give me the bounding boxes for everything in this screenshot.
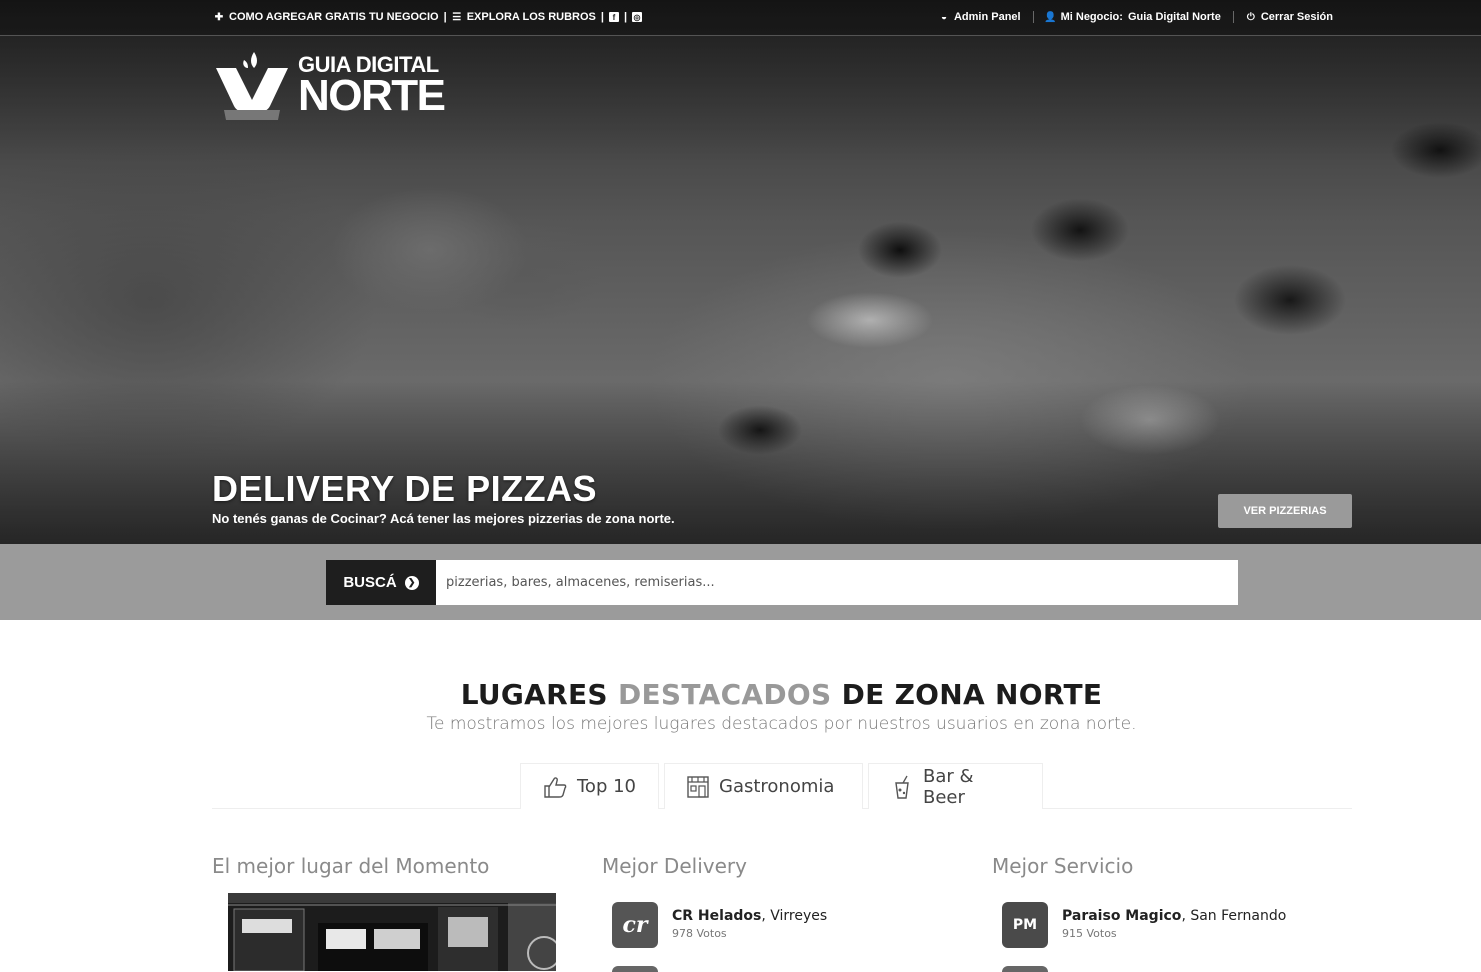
list-icon: ☰ — [452, 11, 462, 23]
add-business-link[interactable]: ✚ COMO AGREGAR GRATIS TU NEGOCIO — [214, 11, 439, 23]
logo-line2: NORTE — [298, 71, 446, 120]
delivery-item-text: CR Helados, Virreyes 978 Votos — [672, 902, 827, 940]
top-bar-left: ✚ COMO AGREGAR GRATIS TU NEGOCIO | ☰ EXP… — [214, 11, 643, 23]
site-logo[interactable]: GUIA DIGITAL NORTE — [214, 50, 446, 122]
section-title: LUGARES DESTACADOS DE ZONA NORTE — [0, 678, 1481, 711]
delivery-next-thumb[interactable] — [612, 966, 658, 972]
tab-gastronomia-label: Gastronomia — [719, 776, 835, 797]
delivery-item[interactable]: cr CR Helados, Virreyes 978 Votos — [612, 902, 827, 948]
hero-title: DELIVERY DE PIZZAS — [212, 468, 598, 509]
admin-panel-link[interactable]: ◒ Admin Panel — [931, 11, 1029, 23]
service-item-place: , San Fernando — [1181, 908, 1287, 924]
section-title-b: DE ZONA NORTE — [841, 678, 1103, 711]
service-heading: Mejor Servicio — [992, 854, 1134, 878]
tab-top10-label: Top 10 — [577, 776, 637, 797]
plus-icon: ✚ — [214, 11, 224, 23]
featured-place-image[interactable] — [228, 893, 556, 971]
delivery-item-votes: 978 Votos — [672, 927, 727, 940]
my-business-name: Guia Digital Norte — [1127, 11, 1221, 23]
service-item-votes: 915 Votos — [1062, 927, 1117, 940]
see-pizzerias-button[interactable]: VER PIZZERIAS — [1218, 494, 1352, 528]
drink-icon — [891, 775, 913, 799]
section-subtitle: Te mostramos los mejores lugares destaca… — [426, 714, 1137, 734]
divider: | — [623, 11, 628, 23]
search-band: BUSCÁ ❯ — [0, 544, 1481, 620]
explore-label: EXPLORA LOS RUBROS — [466, 11, 596, 23]
tab-gastronomia[interactable]: Gastronomia — [664, 763, 863, 809]
paraiso-magico-logo: PM — [1002, 902, 1048, 948]
delivery-item-place: , Virreyes — [761, 908, 828, 924]
delivery-item-name: CR Helados, Virreyes — [672, 908, 827, 924]
service-item[interactable]: PM Paraiso Magico, San Fernando 915 Voto… — [1002, 902, 1286, 948]
instagram-icon[interactable]: ◎ — [632, 12, 643, 22]
divider: | — [443, 11, 447, 23]
storefront-icon — [687, 775, 709, 798]
add-business-label: COMO AGREGAR GRATIS TU NEGOCIO — [229, 11, 439, 23]
user-icon: 👤 — [1044, 11, 1057, 23]
tab-bar-beer-label: Bar & Beer — [923, 765, 974, 808]
search-input[interactable] — [436, 560, 1238, 605]
cr-helados-logo: cr — [612, 902, 658, 948]
search-button[interactable]: BUSCÁ ❯ — [326, 560, 436, 605]
service-item-title: Paraiso Magico — [1062, 908, 1182, 924]
service-item-name: Paraiso Magico, San Fernando — [1062, 908, 1286, 924]
section-title-a: LUGARES — [460, 678, 608, 711]
divider: | — [600, 11, 604, 23]
facebook-icon[interactable]: f — [608, 12, 619, 22]
arrow-right-icon: ❯ — [404, 575, 419, 590]
logo-basket-icon — [214, 50, 290, 122]
admin-panel-label: Admin Panel — [953, 11, 1021, 23]
tab-bar-beer[interactable]: Bar & Beer — [868, 763, 1043, 809]
power-icon: ⏻ — [1246, 11, 1255, 23]
top-bar: ✚ COMO AGREGAR GRATIS TU NEGOCIO | ☰ EXP… — [0, 0, 1481, 36]
service-item-text: Paraiso Magico, San Fernando 915 Votos — [1062, 902, 1286, 940]
delivery-heading: Mejor Delivery — [602, 854, 747, 878]
delivery-item-title: CR Helados — [672, 908, 762, 924]
section-title-highlight: DESTACADOS — [617, 678, 832, 711]
my-business-link[interactable]: 👤 Mi Negocio: Guia Digital Norte — [1032, 11, 1229, 23]
search-button-label: BUSCÁ — [343, 574, 397, 591]
hero-subtitle: No tenés ganas de Cocinar? Acá tener las… — [212, 511, 675, 526]
my-business-label: Mi Negocio: — [1060, 11, 1123, 23]
logout-label: Cerrar Sesión — [1260, 11, 1333, 23]
explore-link[interactable]: ☰ EXPLORA LOS RUBROS — [452, 11, 596, 23]
dashboard-icon: ◒ — [940, 11, 947, 23]
tab-top10[interactable]: Top 10 — [520, 763, 659, 809]
top-bar-right: ◒ Admin Panel 👤 Mi Negocio: Guia Digital… — [931, 11, 1341, 23]
logo-text: GUIA DIGITAL NORTE — [298, 54, 446, 120]
thumbs-up-icon — [543, 776, 567, 798]
moment-heading: El mejor lugar del Momento — [212, 854, 490, 878]
logout-link[interactable]: ⏻ Cerrar Sesión — [1232, 11, 1341, 23]
service-next-thumb[interactable] — [1002, 966, 1048, 972]
